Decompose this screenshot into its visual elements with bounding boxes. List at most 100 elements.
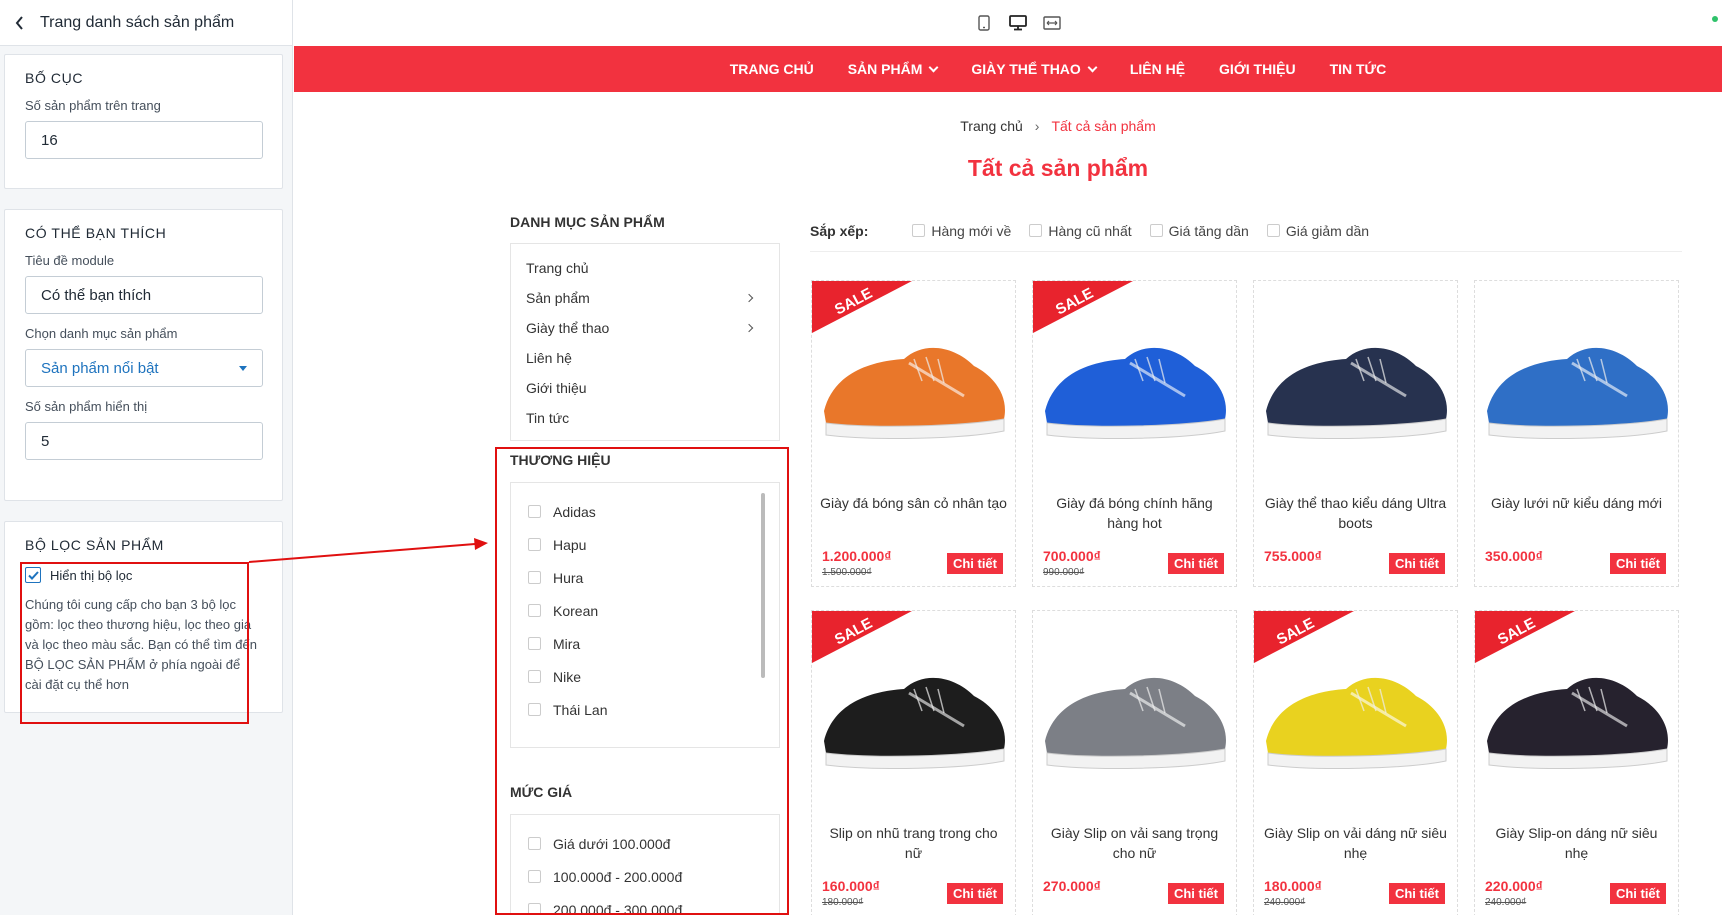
product-price: 700.000₫ xyxy=(1043,548,1101,564)
chevron-right-icon[interactable] xyxy=(744,323,754,333)
panel-header: Trang danh sách sản phẩm xyxy=(0,0,292,46)
product-old-price: 240.000₫ xyxy=(1485,897,1527,908)
chevron-down-icon xyxy=(239,365,247,371)
product-name[interactable]: Slip on nhũ trang trong cho nữ xyxy=(820,823,1007,863)
product-old-price: 180.000₫ xyxy=(822,897,864,908)
product-image[interactable] xyxy=(1254,281,1457,481)
product-name[interactable]: Giày đá bóng sân cỏ nhân tạo xyxy=(820,493,1007,513)
product-card[interactable]: Giày Slip on vải sang trọng cho nữ 270.00… xyxy=(1032,610,1237,915)
product-image[interactable] xyxy=(1033,611,1236,811)
detail-button[interactable]: Chi tiết xyxy=(1167,553,1224,574)
checkbox[interactable] xyxy=(1266,224,1280,237)
nav-item-home[interactable]: TRANG CHỦ xyxy=(730,61,814,77)
breadcrumb-home[interactable]: Trang chủ xyxy=(960,118,1023,134)
fullwidth-icon[interactable] xyxy=(1042,13,1062,33)
breadcrumb-separator: › xyxy=(1034,118,1040,134)
back-arrow-icon[interactable] xyxy=(0,0,40,46)
category-label: Tin tức xyxy=(526,410,570,426)
product-name[interactable]: Giày Slip on vải dáng nữ siêu nhẹ xyxy=(1262,823,1449,863)
product-name[interactable]: Giày Slip on vải sang trọng cho nữ xyxy=(1041,823,1228,863)
per-page-input[interactable]: 16 xyxy=(25,121,263,159)
sort-option[interactable]: Hàng mới về xyxy=(912,223,1011,239)
count-input[interactable]: 5 xyxy=(25,422,263,460)
nav-item-products[interactable]: SẢN PHẨM xyxy=(847,61,939,77)
product-card[interactable]: SALE ON NOW Giày đá bóng chính hãng hàng h… xyxy=(1032,280,1237,587)
nav-item-about[interactable]: GIỚI THIỆU xyxy=(1219,61,1296,77)
checkbox[interactable] xyxy=(1149,224,1163,237)
chevron-down-icon xyxy=(928,62,939,72)
settings-panel: Trang danh sách sản phẩm BỐ CỤC Số sản p… xyxy=(0,0,293,915)
status-dot xyxy=(1712,16,1718,22)
product-name[interactable]: Giày thể thao kiểu dáng Ultra boots xyxy=(1262,493,1449,533)
sale-badge: SALEON NOW xyxy=(812,281,912,333)
sort-option-label: Giá tăng dần xyxy=(1168,222,1249,239)
category-item[interactable]: Trang chủ xyxy=(511,253,779,283)
product-card[interactable]: SALE ON NOW Giày Slip-on dáng nữ siêu nhẹ 2… xyxy=(1474,610,1679,915)
sort-bar: Sắp xếp: Hàng mới về Hàng cũ nhất Giá tă… xyxy=(810,210,1682,252)
product-name[interactable]: Giày Slip-on dáng nữ siêu nhẹ xyxy=(1483,823,1670,863)
product-card[interactable]: Giày lưới nữ kiểu dáng mới 350.000₫ Chi ti… xyxy=(1474,280,1679,587)
category-label: Liên hệ xyxy=(526,350,572,366)
nav-item-contact[interactable]: LIÊN HỆ xyxy=(1130,61,1185,77)
product-price: 180.000₫ xyxy=(1264,878,1322,894)
mobile-icon[interactable] xyxy=(974,13,994,33)
layout-heading: BỐ CỤC xyxy=(25,70,84,86)
product-image[interactable]: SALE ON NOW xyxy=(1254,611,1457,811)
filter-heading: BỘ LỌC SẢN PHẨM xyxy=(25,537,164,553)
nav-item-sport-shoes[interactable]: GIÀY THỂ THAO xyxy=(971,61,1098,77)
product-image[interactable]: SALE ON NOW xyxy=(812,611,1015,811)
product-image[interactable]: SALE ON NOW xyxy=(812,281,1015,481)
annotation-highlight-setting xyxy=(20,562,249,724)
detail-button[interactable]: Chi tiết xyxy=(1388,883,1445,904)
category-item[interactable]: Giới thiệu xyxy=(511,373,779,403)
product-image[interactable]: SALE ON NOW xyxy=(1475,611,1678,811)
maylike-heading: CÓ THỂ BẠN THÍCH xyxy=(25,225,167,241)
shoe-image xyxy=(1487,347,1668,439)
nav-label: GIỚI THIỆU xyxy=(1219,61,1296,77)
product-card[interactable]: SALE ON NOW Giày đá bóng sân cỏ nhân tạo 1.… xyxy=(811,280,1016,587)
detail-button[interactable]: Chi tiết xyxy=(1609,883,1666,904)
category-item[interactable]: Giày thể thao xyxy=(511,313,779,343)
product-price: 755.000₫ xyxy=(1264,548,1322,564)
detail-button[interactable]: Chi tiết xyxy=(946,553,1003,574)
checkbox[interactable] xyxy=(912,224,926,237)
sort-option[interactable]: Hàng cũ nhất xyxy=(1029,223,1132,239)
product-name[interactable]: Giày lưới nữ kiểu dáng mới xyxy=(1483,493,1670,513)
category-select-label: Chọn danh mục sản phẩm xyxy=(25,326,178,341)
product-card[interactable]: Giày thể thao kiểu dáng Ultra boots 755.0… xyxy=(1253,280,1458,587)
product-image[interactable]: SALE ON NOW xyxy=(1033,281,1236,481)
product-name[interactable]: Giày đá bóng chính hãng hàng hot xyxy=(1041,493,1228,533)
nav-label: SẢN PHẨM xyxy=(847,61,923,77)
category-label: Sản phẩm xyxy=(526,290,590,306)
module-title-input[interactable]: Có thể bạn thích xyxy=(25,276,263,314)
category-item[interactable]: Tin tức xyxy=(511,403,779,433)
detail-button[interactable]: Chi tiết xyxy=(1167,883,1224,904)
module-title-label: Tiêu đề module xyxy=(25,253,115,268)
sale-badge: SALEON NOW xyxy=(1033,281,1133,333)
product-image[interactable] xyxy=(1475,281,1678,481)
chevron-right-icon[interactable] xyxy=(744,293,754,303)
detail-button[interactable]: Chi tiết xyxy=(946,883,1003,904)
product-old-price: 240.000₫ xyxy=(1264,897,1306,908)
product-card[interactable]: SALE ON NOW Giày Slip on vải dáng nữ siêu … xyxy=(1253,610,1458,915)
detail-button[interactable]: Chi tiết xyxy=(1609,553,1666,574)
sort-option[interactable]: Giá giảm dần xyxy=(1266,223,1369,239)
sort-option-label: Hàng mới về xyxy=(931,222,1012,239)
annotation-highlight-filters xyxy=(495,447,789,915)
nav-item-news[interactable]: TIN TỨC xyxy=(1330,61,1387,77)
category-label: Giày thể thao xyxy=(526,320,610,336)
sort-option[interactable]: Giá tăng dần xyxy=(1149,222,1249,239)
breadcrumb: Trang chủ › Tất cả sản phẩm xyxy=(294,118,1722,134)
category-select-value: Sản phẩm nổi bật xyxy=(41,359,159,377)
panel-title: Trang danh sách sản phẩm xyxy=(40,13,235,31)
category-label: Trang chủ xyxy=(526,260,589,276)
detail-button[interactable]: Chi tiết xyxy=(1388,553,1445,574)
category-select[interactable]: Sản phẩm nổi bật xyxy=(25,349,263,387)
category-item[interactable]: Liên hệ xyxy=(511,343,779,373)
category-item[interactable]: Sản phẩm xyxy=(511,283,779,313)
checkbox[interactable] xyxy=(1029,224,1043,237)
category-list: Trang chủ Sản phẩm Giày thể thao Liên hệ… xyxy=(510,243,780,441)
product-card[interactable]: SALE ON NOW Slip on nhũ trang trong cho nữ… xyxy=(811,610,1016,915)
desktop-icon[interactable] xyxy=(1008,13,1028,33)
sale-badge: SALEON NOW xyxy=(1254,611,1354,663)
